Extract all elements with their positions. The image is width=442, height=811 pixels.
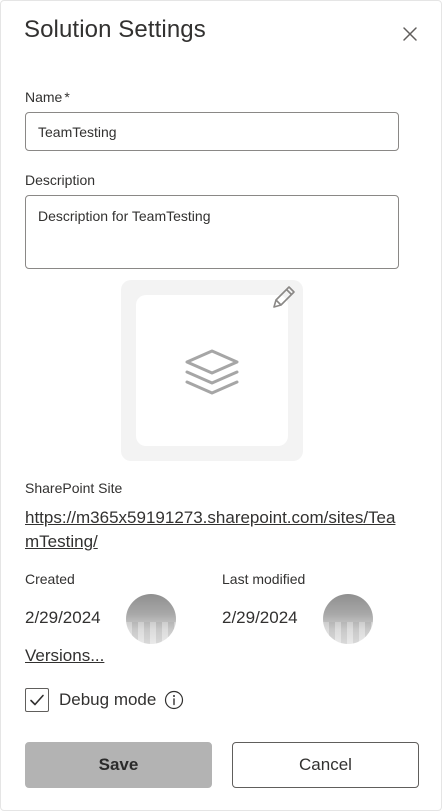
- created-label: Created: [25, 571, 75, 587]
- sharepoint-site-label: SharePoint Site: [25, 480, 123, 496]
- solution-settings-dialog: Solution Settings Name* Description Desc…: [0, 0, 442, 811]
- last-modified-date: 2/29/2024: [222, 608, 298, 627]
- modified-by-avatar[interactable]: [323, 594, 373, 644]
- last-modified-label: Last modified: [222, 571, 306, 587]
- layers-stack-icon: [185, 349, 239, 395]
- debug-mode-row: Debug mode: [25, 687, 184, 713]
- close-button[interactable]: [399, 23, 421, 45]
- description-label: Description: [25, 172, 96, 188]
- info-icon[interactable]: [164, 690, 184, 710]
- required-marker: *: [64, 89, 70, 105]
- created-date: 2/29/2024: [25, 608, 101, 627]
- debug-mode-label: Debug mode: [59, 690, 157, 709]
- created-by-avatar[interactable]: [126, 594, 176, 644]
- close-icon: [403, 27, 417, 41]
- description-textarea[interactable]: Description for TeamTesting: [25, 195, 399, 269]
- solution-icon-picker[interactable]: [121, 280, 303, 461]
- save-button[interactable]: Save: [25, 742, 212, 788]
- debug-mode-checkbox[interactable]: [25, 688, 49, 712]
- name-label: Name *: [25, 89, 70, 105]
- cancel-button[interactable]: Cancel: [232, 742, 419, 788]
- pencil-icon[interactable]: [269, 283, 299, 313]
- checkmark-icon: [30, 694, 44, 706]
- name-input[interactable]: [25, 112, 399, 151]
- solution-icon-tile: [136, 295, 288, 446]
- sharepoint-site-link[interactable]: https://m365x59191273.sharepoint.com/sit…: [25, 506, 405, 554]
- dialog-title: Solution Settings: [24, 16, 206, 43]
- versions-link[interactable]: Versions...: [25, 646, 104, 666]
